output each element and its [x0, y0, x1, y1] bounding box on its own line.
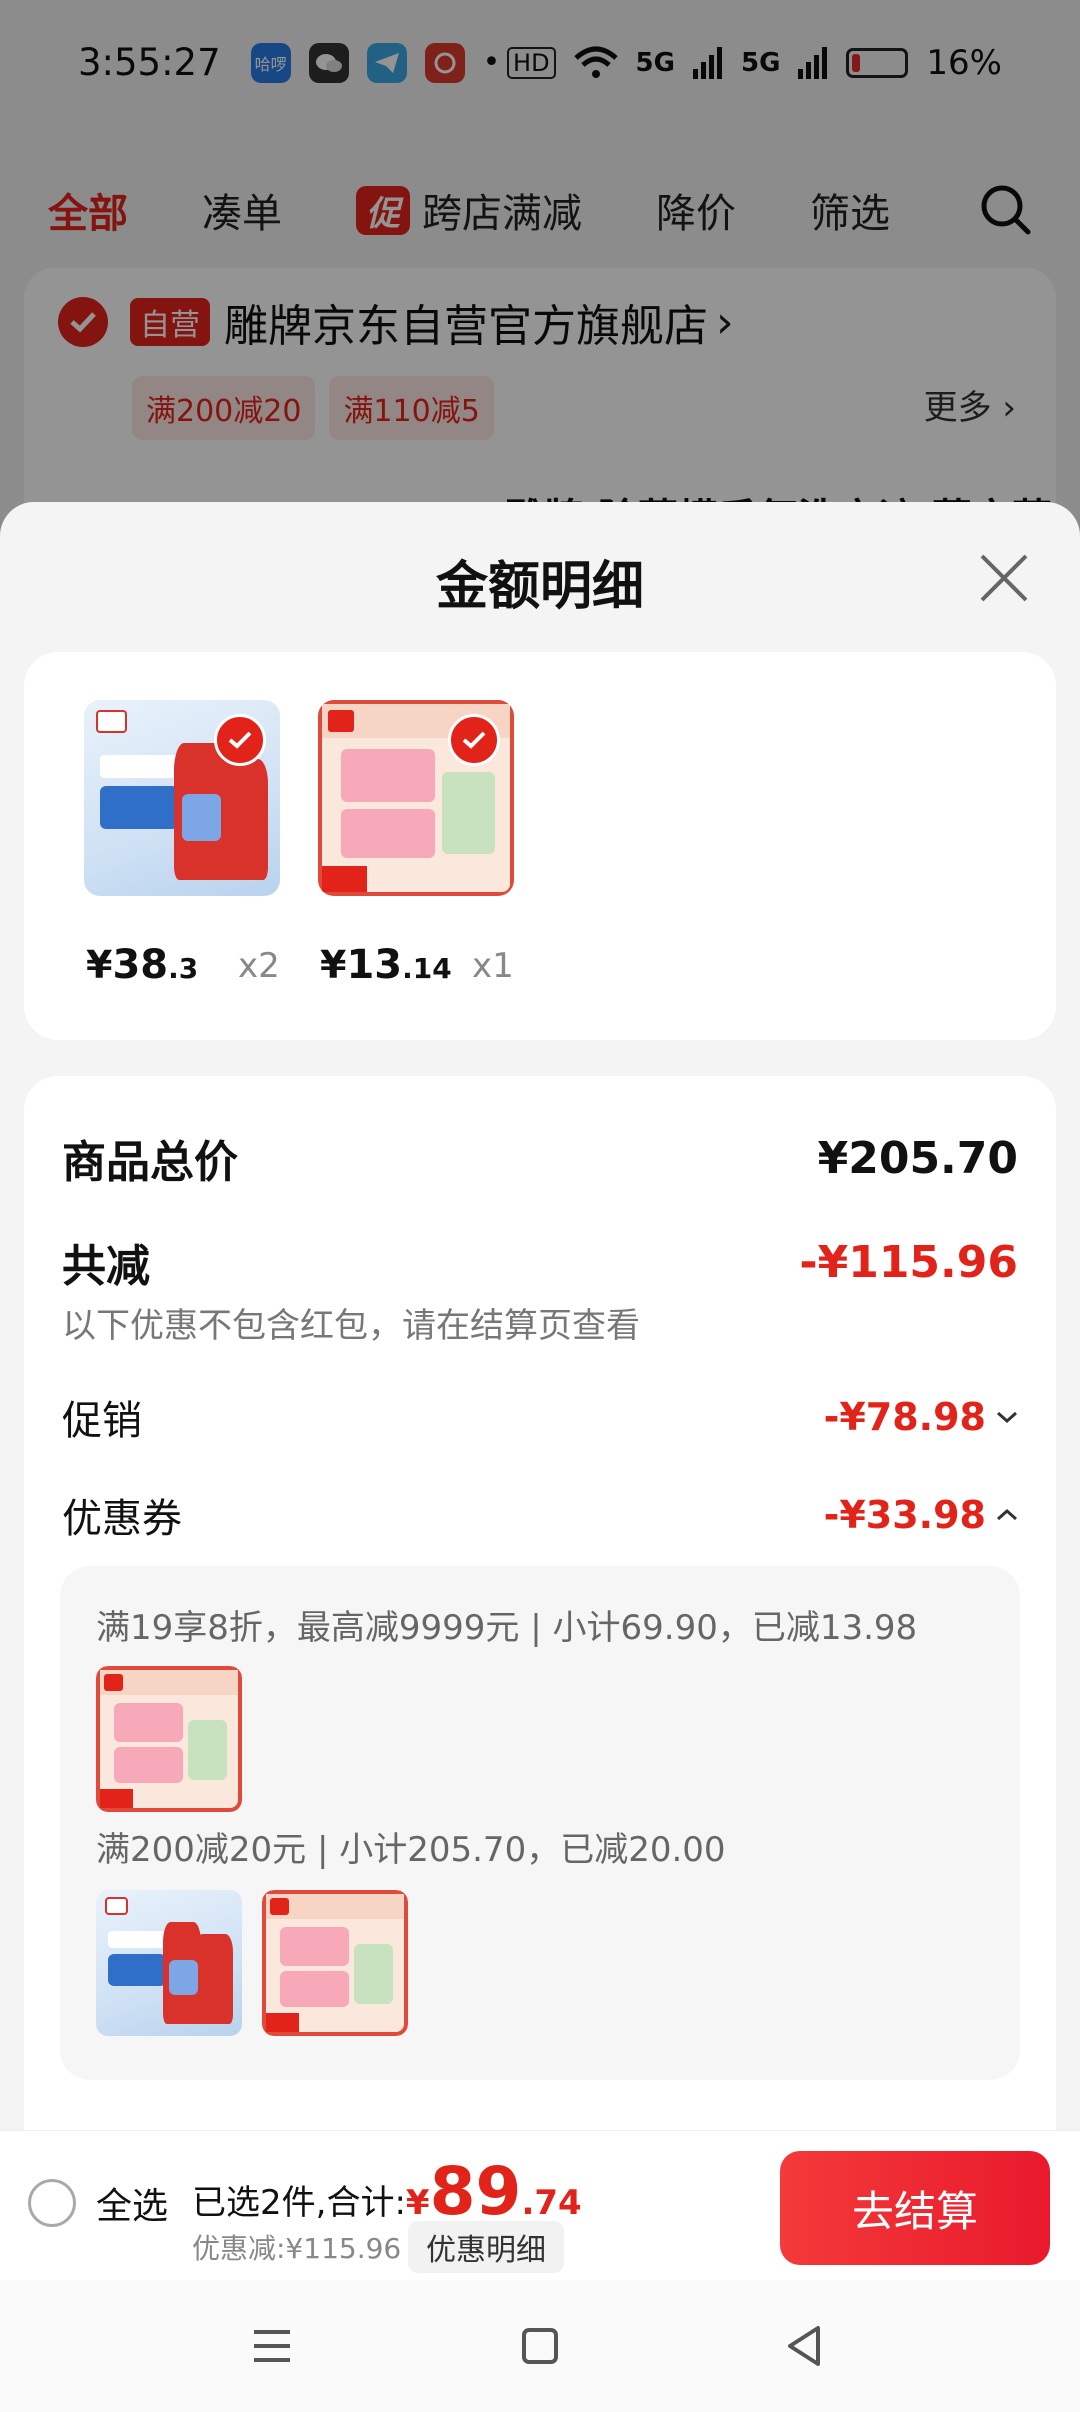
- sheet-title: 金额明细: [435, 557, 644, 617]
- selected-check-icon: [214, 714, 266, 766]
- selected-text: 已选2件,合计:: [192, 2183, 406, 2223]
- checkout-bar: 全选 已选2件,合计: ¥ 89 .74 优惠减:¥115.96 优惠明细 去结…: [0, 2130, 1080, 2280]
- discount-detail-button[interactable]: 优惠明细: [408, 2221, 564, 2273]
- home-icon[interactable]: [510, 2316, 570, 2376]
- laundry-pods-image: [262, 1890, 408, 2036]
- total-yen: ¥: [405, 2183, 430, 2223]
- price-yen: ¥: [86, 943, 113, 987]
- coupon-detail-line: 满200减20元 | 小计205.70，已减20.00: [96, 1830, 726, 1870]
- coupon-label: 优惠券: [62, 1496, 182, 1542]
- price-dec: .3: [168, 952, 199, 985]
- promo-value: -¥78.98: [823, 1395, 986, 1439]
- chevron-down-icon[interactable]: [996, 1410, 1018, 1424]
- amount-detail-sheet: 金额明细 ¥ 38 .3 x2 ¥ 13 .14 x1 商品总价 ¥205.70…: [0, 502, 1080, 2136]
- total-row: 商品总价 ¥205.70: [62, 1126, 1018, 1190]
- select-all-label: 全选: [96, 2186, 169, 2227]
- chevron-up-icon[interactable]: [996, 1508, 1018, 1522]
- selected-products-card: ¥ 38 .3 x2 ¥ 13 .14 x1: [24, 652, 1056, 1040]
- select-all-radio[interactable]: [28, 2179, 76, 2227]
- reduce-row: 共减 -¥115.96: [62, 1230, 1018, 1294]
- price-int: 38: [112, 942, 169, 988]
- coupon-product-thumb: [96, 1666, 242, 1812]
- price-yen: ¥: [320, 943, 347, 987]
- laundry-pods-image: [96, 1666, 242, 1812]
- coupon-product-thumb: [96, 1890, 242, 2036]
- product-thumb-detergent[interactable]: [84, 700, 280, 896]
- reduce-label: 共减: [62, 1241, 150, 1292]
- selected-check-icon: [448, 714, 500, 766]
- coupon-detail-line: 满19享8折，最高减9999元 | 小计69.90，已减13.98: [96, 1608, 918, 1648]
- product-price: ¥ 13 .14: [320, 942, 452, 988]
- menu-icon[interactable]: [242, 2316, 302, 2376]
- price-int: 13: [346, 942, 403, 988]
- coupon-value-wrap: -¥33.98: [824, 1493, 1018, 1537]
- product-qty: x1: [472, 946, 514, 986]
- promo-value-wrap: -¥78.98: [824, 1395, 1018, 1439]
- product-qty: x2: [238, 946, 280, 986]
- reduce-value: -¥115.96: [799, 1236, 1018, 1288]
- selected-summary: 已选2件,合计: ¥ 89 .74: [192, 2153, 582, 2230]
- back-icon[interactable]: [776, 2316, 836, 2376]
- coupon-product-thumb: [262, 1890, 408, 2036]
- promo-label: 促销: [62, 1398, 142, 1444]
- promo-row[interactable]: 促销 -¥78.98: [62, 1388, 1018, 1446]
- total-dec: .74: [521, 2183, 582, 2223]
- total-int: 89: [429, 2153, 522, 2230]
- system-nav-bar: [0, 2280, 1080, 2412]
- total-value: ¥205.70: [817, 1132, 1018, 1184]
- product-price: ¥ 38 .3: [86, 942, 198, 988]
- coupon-value: -¥33.98: [823, 1493, 986, 1537]
- reduce-note: 以下优惠不包含红包，请在结算页查看: [62, 1306, 640, 1346]
- close-icon[interactable]: [976, 550, 1032, 606]
- price-dec: .14: [402, 952, 452, 985]
- checkout-button[interactable]: 去结算: [780, 2151, 1050, 2265]
- coupon-row[interactable]: 优惠券 -¥33.98: [62, 1486, 1018, 1544]
- coupon-detail-box: 满19享8折，最高减9999元 | 小计69.90，已减13.98 满200减2…: [60, 1566, 1020, 2080]
- product-thumb-pods[interactable]: [318, 700, 514, 896]
- discount-text: 优惠减:¥115.96: [192, 2232, 402, 2265]
- detergent-image: [96, 1890, 242, 2036]
- select-all[interactable]: 全选: [28, 2177, 168, 2229]
- price-summary-card: 商品总价 ¥205.70 共减 -¥115.96 以下优惠不包含红包，请在结算页…: [24, 1076, 1056, 2136]
- total-label: 商品总价: [62, 1137, 238, 1188]
